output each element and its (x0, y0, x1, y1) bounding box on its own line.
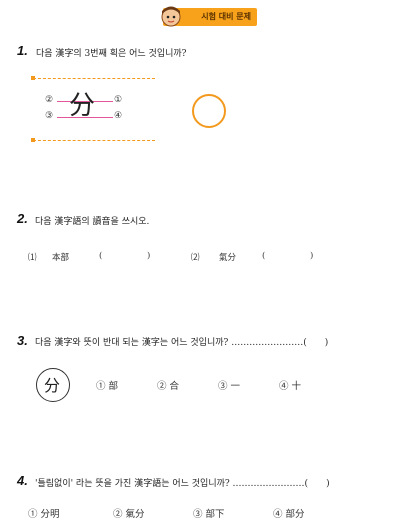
question-1-text: 다음 漢字의 3번째 획은 어느 것입니까? (36, 49, 187, 59)
guide-top-dashes (33, 78, 155, 79)
item-marker: ⑴ (28, 253, 37, 263)
option-3[interactable]: ③ 一 (218, 378, 240, 392)
option-3[interactable]: ③ 部下 (193, 506, 225, 520)
question-4-text: '틀림없이' 라는 뜻을 가진 漢字語는 어느 것입니까? ……………………( … (35, 479, 330, 489)
stroke-label: ② (45, 95, 54, 105)
question-1-number: 1. (17, 43, 28, 58)
option-1[interactable]: ① 分明 (28, 506, 60, 520)
question-4-number: 4. (17, 473, 28, 488)
stroke-label: ④ (114, 111, 123, 121)
banner-label: 시험 대비 문제 (201, 12, 251, 21)
question-3-text: 다음 漢字와 뜻이 반대 되는 漢字는 어느 것입니까? ……………………( ) (35, 338, 329, 348)
mascot-icon (161, 6, 181, 27)
stroke-label: ③ (45, 111, 54, 121)
answer-paren-close: ) (310, 251, 314, 261)
option-4[interactable]: ④ 部分 (273, 506, 305, 520)
answer-paren-close: ) (147, 251, 151, 261)
option-4[interactable]: ④ 十 (279, 378, 301, 392)
item-marker: ⑵ (191, 253, 200, 263)
question-3-number: 3. (17, 333, 28, 348)
answer-paren-open: ( (99, 251, 103, 261)
guide-marker (31, 138, 35, 142)
item-word: 本部 (52, 253, 70, 263)
option-2[interactable]: ② 氣分 (113, 506, 145, 520)
option-2[interactable]: ② 合 (157, 378, 179, 392)
stroke-label: ① (114, 95, 123, 105)
target-character: 分 (44, 376, 61, 395)
guide-bottom-dashes (33, 140, 155, 141)
question-2-number: 2. (17, 211, 28, 226)
question-2-text: 다음 漢字語의 讀音을 쓰시오. (35, 217, 150, 227)
item-word: 氣分 (219, 253, 237, 263)
option-1[interactable]: ① 部 (96, 378, 118, 392)
answer-circle (192, 94, 226, 128)
answer-paren-open: ( (262, 251, 266, 261)
stroke-order-character: 分 (69, 91, 96, 121)
guide-marker (31, 76, 35, 80)
